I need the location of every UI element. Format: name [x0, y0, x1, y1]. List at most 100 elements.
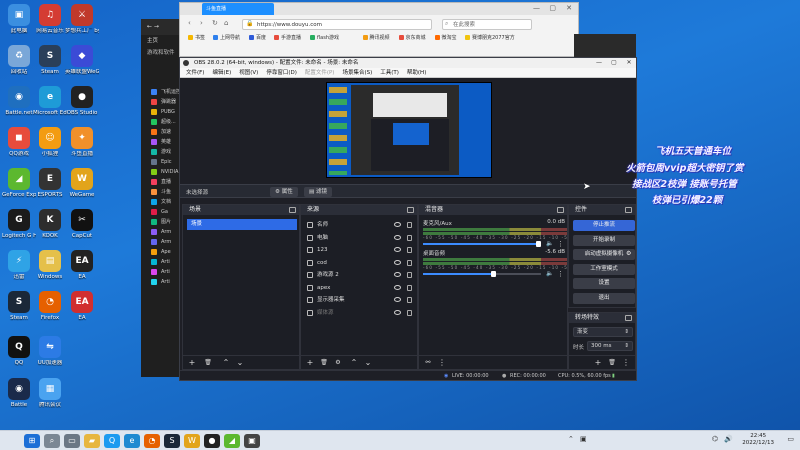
bookmark-item[interactable]: 微淘宝 — [434, 34, 457, 41]
refresh-icon[interactable]: ↻ — [212, 19, 218, 27]
source-item[interactable]: apex — [305, 282, 415, 294]
control-button[interactable]: 停止推流 — [573, 220, 635, 231]
source-item[interactable]: 显示器采集 — [305, 294, 415, 306]
taskbar-qq-icon[interactable]: Q — [104, 433, 120, 448]
control-button[interactable]: 开始录制 — [573, 234, 635, 246]
volume-slider[interactable] — [423, 271, 541, 277]
undock-icon[interactable] — [557, 207, 564, 213]
taskbar-obs-icon[interactable]: ● — [204, 433, 220, 448]
desktop-icon[interactable]: EA EA — [65, 291, 99, 321]
lock-icon[interactable] — [407, 259, 412, 266]
maximize-icon[interactable]: ▢ — [607, 58, 621, 68]
trash-icon[interactable]: 🗑 — [203, 358, 213, 368]
control-button[interactable]: 退出 — [573, 292, 635, 304]
desktop-icon[interactable]: S Steam — [33, 45, 67, 75]
link-icon[interactable]: ⚯ — [423, 358, 433, 368]
chevron-up-icon[interactable]: ⌃ — [221, 358, 231, 368]
control-button[interactable]: 设置 — [573, 278, 635, 289]
desktop-icon[interactable]: ♫ 网易云音乐 — [33, 4, 67, 34]
home-icon[interactable]: ⌂ — [224, 19, 228, 27]
forward-icon[interactable]: › — [200, 19, 203, 27]
bookmark-item[interactable]: flash游戏 — [310, 34, 339, 41]
desktop-icon[interactable]: ◉ Battle.net — [2, 86, 36, 116]
source-item[interactable]: 名师 — [305, 219, 415, 231]
bookmark-item[interactable]: 书签 — [188, 34, 205, 41]
minimize-icon[interactable]: — — [592, 58, 606, 68]
lock-icon[interactable] — [407, 309, 412, 316]
eye-icon[interactable] — [394, 259, 401, 265]
taskbar-explorer-icon[interactable]: ▰ — [84, 433, 100, 448]
bookmark-item[interactable]: 腾讯视频 — [362, 34, 390, 41]
desktop-icon[interactable]: ◆ 英雄联盟WeGame — [65, 45, 99, 75]
volume-slider[interactable] — [423, 241, 541, 247]
lock-icon[interactable] — [407, 222, 412, 228]
more-icon[interactable]: ⋮ — [437, 358, 447, 368]
notification-icon[interactable]: ▭ — [787, 435, 794, 443]
taskbar-search-icon[interactable]: ⌕ — [44, 433, 60, 448]
source-item[interactable]: 游戏源 2 — [305, 269, 415, 281]
add-icon[interactable]: + — [593, 358, 603, 368]
desktop-icon[interactable]: S Steam — [2, 291, 36, 321]
menu-item[interactable]: 工具(T) — [380, 70, 399, 76]
more-icon[interactable]: ⋮ — [557, 240, 564, 248]
desktop-icon[interactable]: ● OBS Studio — [65, 86, 99, 116]
desktop-icon[interactable]: ◉ Battle — [2, 378, 36, 408]
tray-app-icon[interactable]: ▣ — [580, 435, 587, 443]
chevron-down-icon[interactable]: ⌄ — [235, 358, 245, 368]
chevron-up-icon[interactable]: ⌃ — [349, 358, 359, 368]
chevron-down-icon[interactable]: ⌄ — [363, 358, 373, 368]
add-icon[interactable]: + — [305, 358, 315, 368]
minimize-icon[interactable]: — — [533, 4, 540, 12]
browser-search-box[interactable]: 在此搜索 — [442, 19, 532, 30]
more-icon[interactable]: ⋮ — [621, 358, 631, 368]
taskbar-nvidia-icon[interactable]: ◢ — [224, 433, 240, 448]
back-icon[interactable]: ‹ — [188, 19, 191, 27]
source-item[interactable]: cod — [305, 257, 415, 269]
desktop-icon[interactable]: ✂ CapCut — [65, 209, 99, 239]
menu-item[interactable]: 帮助(H) — [407, 70, 426, 76]
source-item[interactable]: 123 — [305, 244, 415, 256]
volume-knob[interactable] — [490, 271, 496, 277]
speaker-icon[interactable]: 🔈 — [546, 240, 553, 247]
more-icon[interactable]: ⋮ — [557, 270, 564, 278]
eye-icon[interactable] — [394, 297, 401, 302]
volume-icon[interactable]: 🔊 — [724, 435, 733, 443]
desktop-icon[interactable]: ⇋ UU加速器 — [33, 336, 67, 366]
gear-icon[interactable]: ⚙ — [626, 250, 631, 257]
speaker-icon[interactable]: 🔈 — [546, 270, 553, 277]
source-item[interactable]: 电脑 — [305, 232, 415, 244]
eye-icon[interactable] — [394, 222, 401, 227]
gear-icon[interactable]: ⚙ — [333, 358, 343, 368]
menu-item[interactable]: 视图(V) — [239, 70, 258, 76]
eye-icon[interactable] — [394, 284, 401, 290]
menu-item[interactable]: 文件(F) — [186, 70, 204, 76]
desktop-icon[interactable]: ◼ QQ游戏 — [2, 127, 36, 157]
eye-icon[interactable] — [394, 247, 401, 252]
menu-item[interactable]: 编辑(E) — [212, 70, 231, 76]
bookmark-item[interactable]: 百度 — [249, 34, 266, 41]
eye-icon[interactable] — [394, 272, 401, 277]
trash-icon[interactable]: 🗑 — [319, 358, 329, 368]
add-icon[interactable]: + — [187, 358, 197, 368]
control-button[interactable]: 工作室模式 — [573, 263, 635, 275]
desktop-icon[interactable]: Q QQ — [2, 336, 36, 366]
desktop-icon[interactable]: ✦ 斗鱼直播 — [65, 127, 99, 157]
clock[interactable]: 22:45 2022/12/13 — [742, 433, 774, 447]
undock-icon[interactable] — [289, 207, 296, 213]
desktop-icon[interactable]: ⚡ 迅雷 — [2, 250, 36, 280]
desktop-icon[interactable]: W WeGame — [65, 168, 99, 198]
lock-icon[interactable] — [407, 284, 412, 291]
lock-icon[interactable] — [407, 234, 412, 241]
desktop-icon[interactable]: ▣ 此电脑 — [2, 4, 36, 34]
obs-window[interactable]: OBS 28.0.2 (64-bit, windows) - 配置文件: 未命名… — [179, 57, 637, 381]
taskbar-app-icon[interactable]: ▣ — [244, 433, 260, 448]
trash-icon[interactable]: 🗑 — [607, 358, 617, 368]
desktop-icon[interactable]: G Logitech G HUB — [2, 209, 36, 239]
undock-icon[interactable] — [407, 207, 414, 213]
taskbar-taskview-icon[interactable]: ▭ — [64, 433, 80, 448]
desktop-icon[interactable]: ◔ Firefox — [33, 291, 67, 321]
eye-icon[interactable] — [394, 234, 401, 240]
network-icon[interactable]: ⌬ — [712, 435, 718, 443]
stream-preview[interactable] — [326, 82, 492, 178]
transition-select[interactable]: 渐变 ⇕ — [573, 327, 633, 337]
